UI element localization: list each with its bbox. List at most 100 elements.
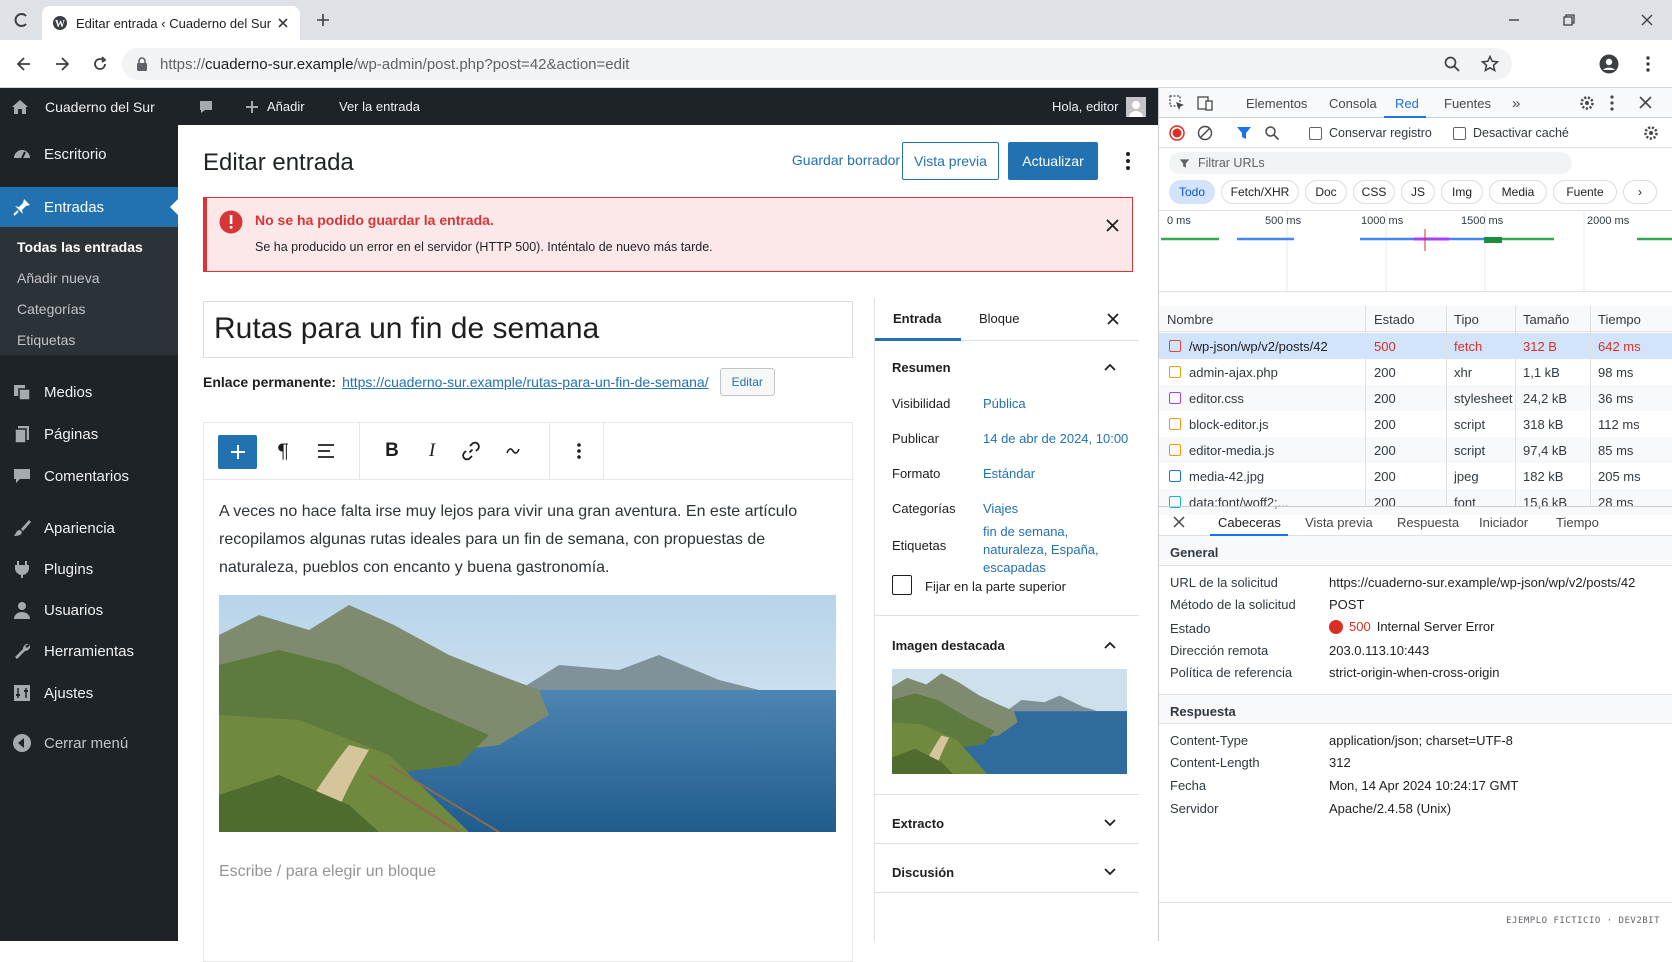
bookmark-star-icon[interactable] [1480, 54, 1500, 74]
close-tab-icon[interactable] [276, 16, 290, 30]
table-row[interactable]: editor.css 200 stylesheet 24,2 kB 36 ms [1159, 385, 1672, 411]
network-settings-gear-icon[interactable] [1643, 125, 1659, 141]
new-tab-icon[interactable] [314, 11, 332, 29]
home-icon[interactable] [10, 88, 30, 125]
submenu-item-categorias[interactable]: Categorías [17, 301, 85, 317]
featured-image-title[interactable]: Imagen destacada [892, 638, 1005, 653]
save-draft-button[interactable]: Guardar borrador [768, 142, 924, 178]
search-icon[interactable] [1264, 125, 1280, 141]
record-icon[interactable] [1169, 125, 1185, 141]
preview-button[interactable]: Vista previa [902, 142, 999, 180]
chip-fetch-xhr[interactable]: Fetch/XHR [1221, 180, 1299, 204]
block-options-icon[interactable] [559, 423, 599, 479]
tab-elementos[interactable]: Elementos [1246, 88, 1307, 118]
preserve-log-checkbox[interactable] [1309, 127, 1322, 140]
col-tipo[interactable]: Tipo [1454, 306, 1479, 332]
featured-image-thumbnail[interactable] [892, 669, 1127, 774]
format-value[interactable]: Estándar [983, 466, 1035, 481]
chevron-up-icon[interactable] [1101, 358, 1119, 376]
chevron-up-icon[interactable] [1101, 636, 1119, 654]
chip-todo[interactable]: Todo [1169, 180, 1215, 204]
comments-bubble-icon[interactable] [196, 88, 216, 125]
filter-urls-input[interactable]: Filtrar URLs [1169, 152, 1572, 174]
site-name-link[interactable]: Cuaderno del Sur [45, 88, 155, 125]
chip-fuente[interactable]: Fuente [1553, 180, 1617, 204]
close-settings-icon[interactable] [1105, 311, 1121, 327]
paragraph-icon[interactable]: ¶ [264, 423, 302, 479]
tab-fuentes[interactable]: Fuentes [1444, 88, 1491, 118]
zoom-search-icon[interactable] [1442, 54, 1462, 74]
chip-css[interactable]: CSS [1353, 180, 1395, 204]
paragraph-block[interactable]: A veces no hace falta irse muy lejos par… [219, 498, 819, 582]
minimize-icon[interactable] [1505, 11, 1523, 29]
chevron-down-icon[interactable] [1101, 814, 1119, 832]
back-arrow-icon[interactable] [14, 54, 34, 74]
inspect-element-icon[interactable] [1169, 95, 1185, 111]
block-placeholder[interactable]: Escribe / para elegir un bloque [219, 863, 436, 881]
chip-media[interactable]: Media [1489, 180, 1547, 204]
response-title[interactable]: Respuesta [1170, 704, 1236, 719]
filter-funnel-icon[interactable] [1236, 125, 1252, 141]
sidebar-item-paginas[interactable]: Páginas [0, 419, 178, 449]
sidebar-item-entradas[interactable]: Entradas [0, 187, 178, 227]
categories-value[interactable]: Viajes [983, 501, 1018, 516]
sidebar-item-usuarios[interactable]: Usuarios [0, 595, 178, 625]
tags-value[interactable]: fin de semana, naturaleza, España, escap… [983, 523, 1133, 577]
discussion-panel-title[interactable]: Discusión [892, 865, 954, 880]
chip-js[interactable]: JS [1401, 180, 1435, 204]
chip-more-chevron-icon[interactable]: › [1623, 180, 1657, 204]
tab-bloque[interactable]: Bloque [979, 311, 1019, 326]
col-tamano[interactable]: Tamaño [1523, 306, 1569, 332]
sidebar-item-medios[interactable]: Medios [0, 377, 178, 407]
close-devtools-icon[interactable] [1639, 96, 1652, 109]
sidebar-item-herramientas[interactable]: Herramientas [0, 636, 178, 666]
more-tabs-chevron-icon[interactable]: » [1512, 88, 1520, 118]
sidebar-item-comentarios[interactable]: Comentarios [0, 461, 178, 491]
tab-red[interactable]: Red [1395, 88, 1419, 118]
link-icon[interactable] [452, 423, 490, 479]
tab-iniciador[interactable]: Iniciador [1479, 507, 1528, 537]
general-title[interactable]: General [1170, 545, 1218, 560]
chevron-down-icon[interactable] [1101, 863, 1119, 881]
reload-icon[interactable] [90, 54, 110, 74]
table-row[interactable]: /wp-json/wp/v2/posts/42 500 fetch 312 B 642 … [1159, 333, 1672, 359]
table-row[interactable]: admin-ajax.php 200 xhr 1,1 kB 98 ms [1159, 359, 1672, 385]
table-row[interactable]: media-42.jpg 200 jpeg 182 kB 205 ms [1159, 463, 1672, 489]
table-row[interactable]: editor-media.js 200 script 97,4 kB 85 ms [1159, 437, 1672, 463]
devtools-settings-gear-icon[interactable] [1579, 95, 1595, 111]
align-icon[interactable] [307, 423, 345, 479]
tab-consola[interactable]: Consola [1329, 88, 1377, 118]
dismiss-notice-icon[interactable] [1103, 216, 1121, 234]
image-block[interactable] [219, 595, 836, 832]
bold-icon[interactable]: B [374, 423, 410, 479]
tab-respuesta[interactable]: Respuesta [1397, 507, 1459, 537]
sidebar-item-cerrar-menu[interactable]: Cerrar menú [0, 728, 178, 758]
table-row[interactable]: block-editor.js 200 script 318 kB 112 ms [1159, 411, 1672, 437]
summary-panel-title[interactable]: Resumen [892, 360, 951, 375]
restore-icon[interactable] [1560, 11, 1578, 29]
visibility-value[interactable]: Pública [983, 396, 1026, 411]
view-post-link[interactable]: Ver la entrada [339, 88, 420, 125]
chip-img[interactable]: Img [1441, 180, 1483, 204]
sidebar-item-escritorio[interactable]: Escritorio [0, 139, 178, 169]
col-estado[interactable]: Estado [1374, 306, 1414, 332]
sidebar-item-ajustes[interactable]: Ajustes [0, 678, 178, 708]
device-toolbar-icon[interactable] [1197, 95, 1213, 111]
permalink-url[interactable]: https://cuaderno-sur.example/rutas-para-… [342, 374, 709, 390]
account-menu[interactable]: Hola, editor [1052, 88, 1147, 125]
submenu-item-todas[interactable]: Todas las entradas [17, 239, 143, 255]
close-window-icon[interactable] [1638, 11, 1656, 29]
sidebar-item-plugins[interactable]: Plugins [0, 554, 178, 584]
submenu-item-anadir[interactable]: Añadir nueva [17, 270, 100, 286]
tab-tiempo[interactable]: Tiempo [1556, 507, 1599, 537]
disable-cache-checkbox[interactable] [1453, 127, 1466, 140]
italic-icon[interactable]: I [414, 423, 450, 479]
more-options-icon[interactable] [1118, 151, 1138, 171]
post-title-field[interactable]: Rutas para un fin de semana [203, 301, 853, 358]
chip-doc[interactable]: Doc [1305, 180, 1347, 204]
publish-value[interactable]: 14 de abr de 2024, 10:00 [983, 431, 1128, 446]
address-bar[interactable]: https://cuaderno-sur.example/wp-admin/po… [122, 48, 1512, 80]
excerpt-panel-title[interactable]: Extracto [892, 816, 944, 831]
browser-tab-active[interactable]: W Editar entrada ‹ Cuaderno del Sur [42, 6, 300, 40]
sticky-checkbox[interactable] [892, 575, 912, 595]
